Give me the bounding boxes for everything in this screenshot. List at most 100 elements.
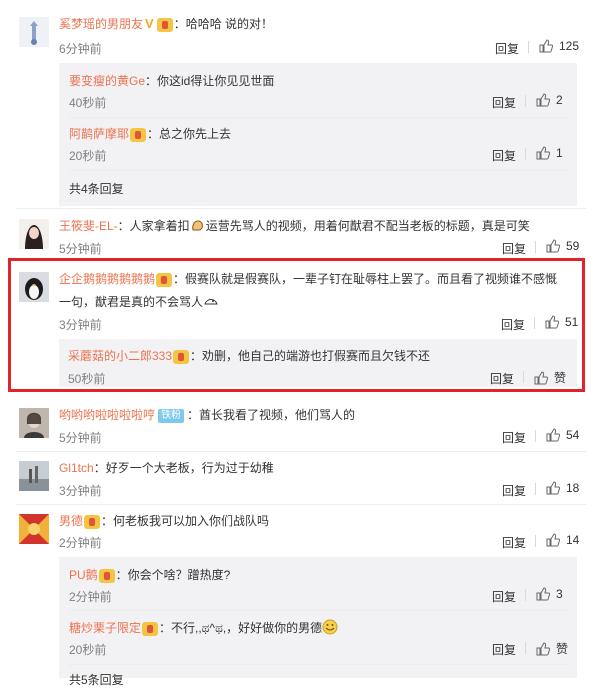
comment-author[interactable]: Gl1tch: [59, 461, 94, 475]
avatar[interactable]: [19, 17, 49, 47]
reply-button[interactable]: 回复: [501, 316, 525, 333]
like-count: 51: [565, 315, 579, 329]
divider: [535, 241, 536, 253]
like-button[interactable]: 1: [536, 146, 563, 160]
divider: [534, 317, 535, 329]
reply-button[interactable]: 回复: [492, 94, 516, 111]
like-count: 2: [556, 93, 563, 107]
reply-text: ：你会个啥？蹭热度?: [115, 568, 231, 582]
verified-icon: V: [145, 16, 154, 31]
like-button[interactable]: 125: [539, 39, 579, 53]
like-button[interactable]: 2: [536, 93, 563, 107]
divider: [69, 610, 569, 611]
like-count: 54: [566, 428, 580, 442]
reply-button[interactable]: 回复: [495, 40, 519, 57]
reply-author[interactable]: PU鹅: [69, 568, 98, 582]
avatar[interactable]: [19, 272, 49, 302]
divider: [535, 483, 536, 495]
like-button[interactable]: 3: [536, 587, 563, 601]
like-count: 14: [566, 533, 580, 547]
reply-text: ：劝删，他自己的端游也打假赛而且欠钱不还: [190, 349, 431, 363]
thumb-up-icon: [539, 39, 553, 53]
comment-text: 运营先骂人的视频，用着何猷君不配当老板的标题，真是可笑: [205, 219, 530, 233]
comment-text: ：人家拿着扣: [117, 219, 190, 233]
emoji-icon: [203, 295, 219, 310]
medal-icon: [156, 17, 173, 32]
reply-button[interactable]: 回复: [502, 482, 526, 499]
avatar[interactable]: [19, 219, 49, 249]
divider: [69, 117, 569, 118]
divider: [525, 642, 526, 654]
medal-icon: [130, 127, 147, 142]
medal-icon: [142, 621, 159, 636]
reply-text: ：总之你先上去: [147, 127, 232, 141]
reply-time: 20秒前: [69, 149, 107, 163]
reply-button[interactable]: 回复: [502, 534, 526, 551]
divider: [535, 535, 536, 547]
smile-emoji-icon: [322, 619, 338, 638]
comment-text: ：好歹一个大老板，行为过于幼稚: [93, 461, 274, 475]
reply-button[interactable]: 回复: [502, 240, 526, 257]
thumb-up-icon: [546, 533, 560, 547]
more-replies-link[interactable]: 共4条回复: [69, 180, 124, 197]
avatar[interactable]: [19, 408, 49, 438]
like-button[interactable]: 54: [546, 428, 579, 442]
medal-icon: [156, 272, 173, 287]
comment-author[interactable]: 男德: [59, 514, 83, 528]
comment-author[interactable]: 企企鹅鹅鹅鹅鹅鹅: [59, 272, 155, 286]
reply-time: 2分钟前: [69, 590, 112, 604]
comment-text: 一句，猷君是真的不会骂人: [59, 295, 204, 309]
divider: [16, 451, 586, 452]
reply-button[interactable]: 回复: [492, 641, 516, 658]
like-count: 59: [566, 239, 580, 253]
reply-button[interactable]: 回复: [492, 147, 516, 164]
divider: [525, 95, 526, 107]
comment-text: ：何老板我可以加入你们战队吗: [101, 514, 270, 528]
comment-time: 3分钟前: [59, 318, 102, 332]
divider: [525, 589, 526, 601]
fist-icon: [190, 218, 206, 235]
reply-time: 20秒前: [69, 643, 107, 657]
comment-time: 3分钟前: [59, 484, 102, 498]
like-count: 3: [556, 587, 563, 601]
like-button[interactable]: 14: [546, 533, 579, 547]
like-button[interactable]: 59: [546, 239, 579, 253]
comment-author[interactable]: 奚梦瑶的男朋友: [59, 17, 143, 31]
comment-author[interactable]: 哟哟哟啦啦啦啦哼: [59, 408, 155, 422]
more-replies-link[interactable]: 共5条回复: [69, 671, 124, 688]
divider: [69, 170, 569, 171]
like-button[interactable]: 18: [546, 481, 579, 495]
thumb-up-icon: [536, 641, 550, 655]
divider: [535, 430, 536, 442]
reply-time: 50秒前: [68, 372, 106, 386]
reply-button[interactable]: 回复: [490, 370, 514, 387]
comment-time: 5分钟前: [59, 431, 102, 445]
reply-author[interactable]: 要变瘦的黄Ge: [69, 74, 145, 88]
medal-icon: [173, 349, 190, 364]
avatar[interactable]: [19, 461, 49, 491]
like-count: 125: [559, 39, 580, 53]
reply-author[interactable]: 阿鹋萨摩耶: [69, 127, 129, 141]
divider: [16, 504, 586, 505]
reply-button[interactable]: 回复: [492, 588, 516, 605]
reply-button[interactable]: 回复: [502, 429, 526, 446]
thumb-up-icon: [536, 587, 550, 601]
reply-text: ：你这id得让你见见世面: [145, 74, 275, 88]
comment-author[interactable]: 王筱斐-EL-: [59, 219, 118, 233]
thumb-up-icon: [546, 481, 560, 495]
like-button[interactable]: 51: [545, 315, 578, 329]
divider: [525, 148, 526, 160]
reply-author[interactable]: 糖炒栗子限定: [69, 621, 141, 635]
avatar[interactable]: [19, 514, 49, 544]
like-button[interactable]: 赞: [534, 369, 566, 386]
divider: [528, 41, 529, 53]
reply-author[interactable]: 采蘑菇的小二郎333: [68, 349, 172, 363]
thumb-up-icon: [534, 370, 548, 384]
comment-text: ：假赛队就是假赛队，一辈子钉在耻辱柱上罢了。而且看了视频谁不感慨: [173, 272, 558, 286]
thumb-up-icon: [536, 146, 550, 160]
like-button[interactable]: 赞: [536, 640, 568, 657]
fan-badge: 铁粉: [158, 408, 185, 423]
like-count: 赞: [556, 642, 569, 656]
medal-icon: [98, 568, 115, 583]
thumb-up-icon: [536, 93, 550, 107]
